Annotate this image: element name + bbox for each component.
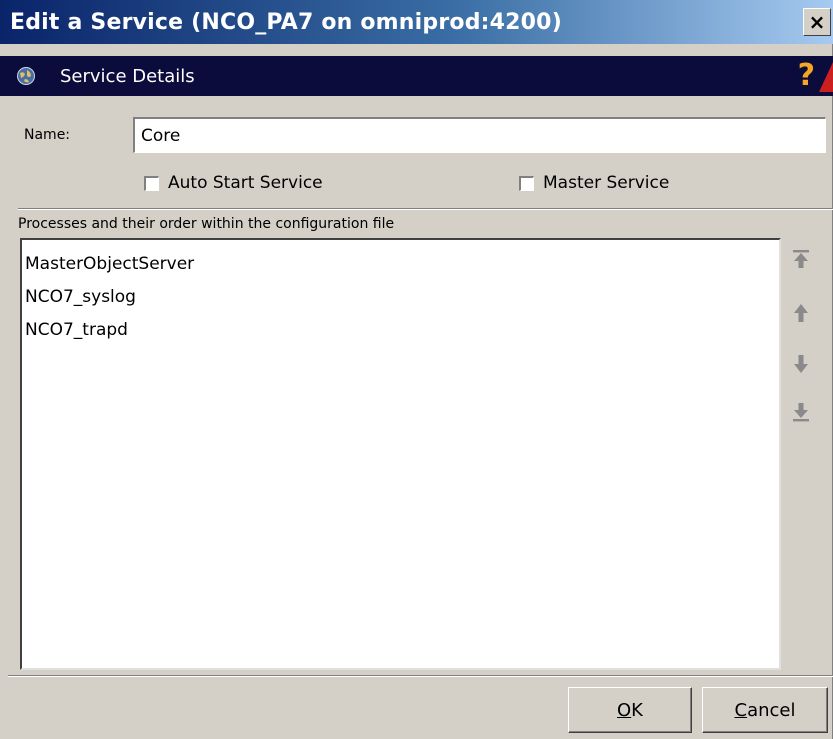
master-service-label: Master Service [543,173,670,193]
ok-button[interactable]: OK [568,687,692,733]
list-item[interactable]: NCO7_trapd [22,314,779,347]
processes-section-title: Processes and their order within the con… [18,216,395,232]
move-to-top-button[interactable] [786,244,816,274]
arrow-to-bottom-icon [793,403,809,422]
checkbox-box[interactable] [519,175,534,191]
service-details-header: Service Details ? [0,56,833,96]
title-bar[interactable]: Edit a Service (NCO_PA7 on omniprod:4200… [0,0,833,44]
globe-icon [17,67,35,85]
processes-list[interactable]: MasterObjectServer NCO7_syslog NCO7_trap… [20,238,781,670]
checkbox-box[interactable] [144,175,159,191]
list-item[interactable]: NCO7_syslog [22,281,779,314]
edit-service-dialog: Edit a Service (NCO_PA7 on omniprod:4200… [0,0,833,739]
section-divider [18,208,833,210]
auto-start-service-checkbox[interactable]: Auto Start Service [144,173,323,193]
move-up-button[interactable] [786,298,816,328]
arrow-up-icon [794,304,808,322]
cancel-button-label: Cancel [734,699,796,721]
move-to-bottom-button[interactable] [786,397,816,427]
arrow-down-icon [794,355,808,373]
header-title: Service Details [60,65,195,87]
name-input[interactable] [133,117,826,153]
close-icon: × [808,10,826,34]
close-button[interactable]: × [803,8,831,36]
ok-button-label: OK [617,699,643,721]
list-item[interactable]: MasterObjectServer [22,248,779,281]
window-title: Edit a Service (NCO_PA7 on omniprod:4200… [10,9,562,35]
cancel-button[interactable]: Cancel [702,687,828,733]
move-down-button[interactable] [786,349,816,379]
footer-divider [8,675,833,677]
auto-start-service-label: Auto Start Service [168,173,323,193]
corner-triangle-icon [819,62,833,92]
master-service-checkbox[interactable]: Master Service [519,173,669,193]
arrow-to-top-icon [793,250,809,268]
help-icon[interactable]: ? [798,60,815,92]
name-label: Name: [24,127,71,143]
